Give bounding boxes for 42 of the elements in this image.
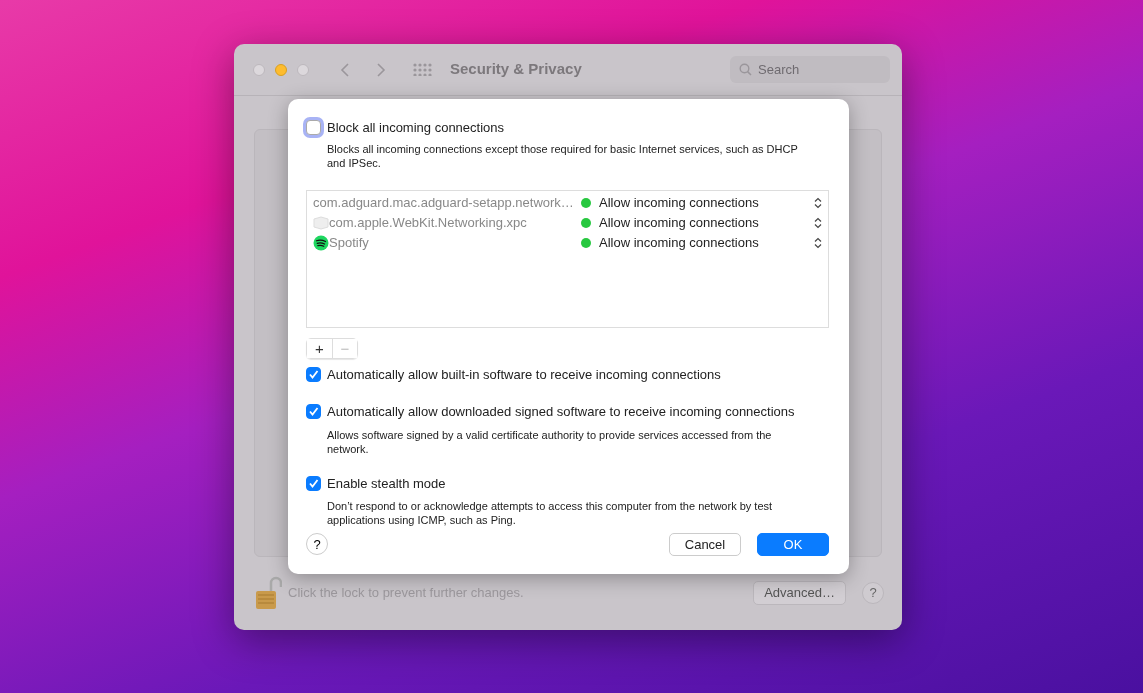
status-dropdown[interactable]: Allow incoming connections xyxy=(581,232,822,253)
add-button[interactable]: + xyxy=(307,338,332,358)
updown-arrows-icon xyxy=(814,236,822,249)
app-icon xyxy=(313,215,329,230)
status-dropdown[interactable]: Allow incoming connections xyxy=(581,192,822,213)
description-text: Blocks all incoming connections except those required for basic Internet services, such as DHCP and IPSec. xyxy=(327,141,799,170)
help-button[interactable]: ? xyxy=(862,582,884,604)
grid-icon[interactable] xyxy=(413,63,432,76)
window-title: Security & Privacy xyxy=(450,59,582,80)
checkbox-label[interactable]: Automatically allow built-in software to receive incoming connections xyxy=(327,364,721,384)
zoom-button[interactable] xyxy=(297,63,309,76)
checkmark-icon xyxy=(308,406,319,418)
checkbox[interactable] xyxy=(306,404,321,420)
checkbox-label[interactable]: Block all incoming connections xyxy=(327,118,505,138)
status-label: Allow incoming connections xyxy=(599,233,759,252)
cancel-button[interactable]: Cancel xyxy=(669,532,741,556)
search-icon xyxy=(739,63,752,76)
unlocked-padlock-icon[interactable] xyxy=(254,576,282,610)
checkbox[interactable] xyxy=(306,366,321,382)
updown-arrows-icon xyxy=(814,216,822,229)
ok-button[interactable]: OK xyxy=(757,532,829,556)
checkmark-icon xyxy=(308,368,319,380)
description-text: Allows software signed by a valid certificate authority to provide services accessed from the network. xyxy=(327,427,773,456)
close-button[interactable] xyxy=(253,63,265,76)
checkbox-label[interactable]: Enable stealth mode xyxy=(327,473,446,493)
description-text: Don’t respond to or acknowledge attempts to access this computer from the network by test applications using ICMP, such as Ping. xyxy=(327,499,774,527)
app-name: com.apple.WebKit.Networking.xpc xyxy=(329,213,527,232)
help-button[interactable]: ? xyxy=(306,533,328,556)
updown-arrows-icon xyxy=(814,196,822,209)
app-name: com.adguard.mac.adguard-setapp.network… xyxy=(313,193,574,212)
spotify-logo-icon xyxy=(313,234,329,251)
search-field[interactable]: Search xyxy=(730,56,890,83)
checkbox-label[interactable]: Automatically allow downloaded signed software to receive incoming connections xyxy=(327,402,795,422)
checkbox[interactable] xyxy=(306,475,321,491)
minimize-button[interactable] xyxy=(275,63,287,76)
status-label: Allow incoming connections xyxy=(599,213,759,232)
advanced-button[interactable]: Advanced… xyxy=(753,581,846,605)
app-name: Spotify xyxy=(329,233,369,252)
checkbox[interactable] xyxy=(306,120,321,136)
status-dropdown[interactable]: Allow incoming connections xyxy=(581,212,822,233)
status-label: Allow incoming connections xyxy=(599,193,759,212)
checkmark-icon xyxy=(308,477,319,489)
